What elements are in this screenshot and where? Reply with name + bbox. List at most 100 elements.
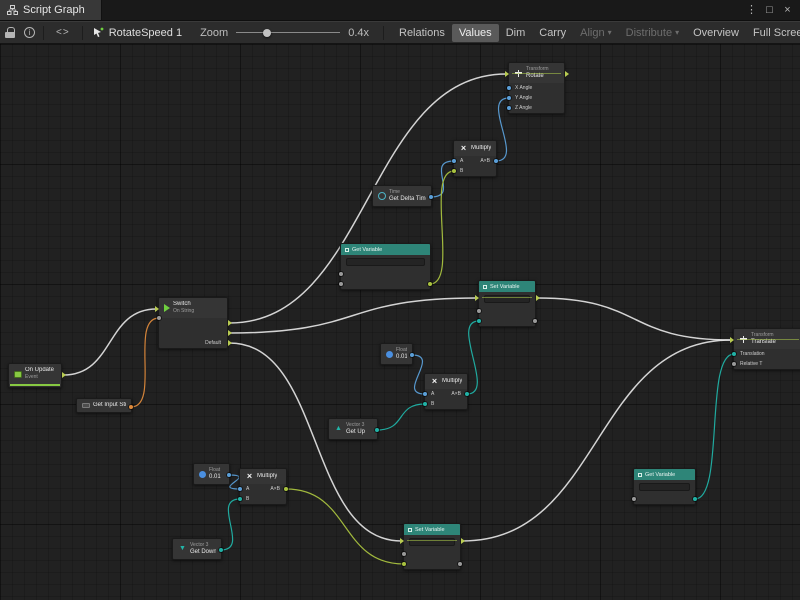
- get-var-2-node[interactable]: Get Variable: [633, 468, 696, 505]
- toolbar-button-full-screen[interactable]: Full Screen: [746, 24, 800, 42]
- input-port[interactable]: [477, 319, 481, 323]
- port-label: B: [460, 168, 463, 174]
- toolbar-button-values[interactable]: Values: [452, 24, 499, 42]
- switch-node[interactable]: SwitchOn StringDefault: [158, 297, 228, 349]
- input-port[interactable]: [452, 169, 456, 173]
- flow-input-port[interactable]: [505, 71, 509, 77]
- output-port[interactable]: [410, 353, 414, 357]
- output-port[interactable]: [219, 548, 223, 552]
- node-titles: Multiply: [471, 145, 491, 152]
- toolbar-button-align[interactable]: Align▾: [573, 24, 618, 42]
- variable-name-dropdown[interactable]: [639, 483, 690, 491]
- get-up-node[interactable]: ▲Vector 3Get Up: [328, 418, 378, 440]
- flow-output-port[interactable]: [461, 538, 465, 544]
- graph-pointer-icon: [93, 27, 104, 38]
- on-update-node[interactable]: On UpdateEvent: [8, 363, 62, 388]
- output-port[interactable]: [428, 282, 432, 286]
- node-title-line: Event: [25, 374, 54, 381]
- get-input-node[interactable]: Get Input Strin: [76, 398, 132, 413]
- node-title-line: On Update: [25, 367, 54, 374]
- input-port[interactable]: [238, 497, 242, 501]
- input-port[interactable]: [732, 362, 736, 366]
- window-close-button[interactable]: ×: [780, 3, 795, 18]
- toolbar-button-dim[interactable]: Dim: [499, 24, 533, 42]
- input-port[interactable]: [238, 487, 242, 491]
- output-port[interactable]: [465, 392, 469, 396]
- window-menu-button[interactable]: ⋮: [744, 3, 759, 18]
- flow-input-port[interactable]: [400, 538, 404, 544]
- flow-output-port[interactable]: [228, 330, 232, 336]
- variable-node-header: Set Variable: [404, 524, 460, 535]
- rotate-node[interactable]: TransformRotateX AngleY AngleZ Angle: [508, 62, 565, 114]
- output-port[interactable]: [284, 487, 288, 491]
- float-1-node[interactable]: Float0.01: [380, 343, 413, 365]
- tab-script-graph[interactable]: Script Graph: [0, 0, 102, 20]
- toolbar-button-relations[interactable]: Relations: [392, 24, 452, 42]
- flow-output-port[interactable]: [228, 320, 232, 326]
- button-label: Carry: [539, 27, 566, 39]
- input-port[interactable]: [402, 562, 406, 566]
- port-label: A: [431, 391, 434, 397]
- float-2-node[interactable]: Float0.01: [193, 463, 230, 485]
- input-port[interactable]: [732, 352, 736, 356]
- flow-output-port[interactable]: [228, 340, 232, 346]
- set-var-2-node[interactable]: Set Variable: [403, 523, 461, 570]
- chevron-down-icon: ▾: [675, 29, 679, 37]
- get-var-1-node[interactable]: Get Variable: [340, 243, 431, 290]
- zoom-slider[interactable]: [236, 26, 340, 40]
- get-down-node[interactable]: ▼Vector 3Get Down: [172, 538, 222, 560]
- info-icon[interactable]: i: [24, 27, 35, 38]
- window-maximize-button[interactable]: □: [762, 3, 777, 18]
- delta-time-node[interactable]: TimeGet Delta Time: [372, 185, 432, 207]
- graph-canvas[interactable]: On UpdateEvent Get Input Strin SwitchOn St…: [0, 44, 800, 600]
- input-port[interactable]: [507, 86, 511, 90]
- input-port[interactable]: [632, 497, 636, 501]
- node-titles: Multiply: [257, 473, 277, 480]
- zoom-slider-thumb[interactable]: [263, 29, 271, 37]
- output-port[interactable]: [458, 562, 462, 566]
- output-port[interactable]: [429, 195, 433, 199]
- node-titles: Float0.01: [396, 347, 407, 361]
- graph-name[interactable]: RotateSpeed 1: [109, 27, 182, 39]
- node-header: TimeGet Delta Time: [373, 186, 431, 206]
- node-titles: SwitchOn String: [173, 301, 194, 315]
- translate-node[interactable]: TransformTranslateTranslationRelative T: [733, 328, 800, 370]
- input-port[interactable]: [477, 309, 481, 313]
- output-port[interactable]: [494, 159, 498, 163]
- set-var-1-node[interactable]: Set Variable: [478, 280, 536, 327]
- node-header: ×Multiply: [240, 469, 286, 484]
- input-port[interactable]: [423, 402, 427, 406]
- flow-output-port[interactable]: [62, 372, 66, 378]
- toolbar-button-carry[interactable]: Carry: [532, 24, 573, 42]
- multiply-2-node[interactable]: ×MultiplyAA×BB: [424, 373, 468, 410]
- output-port[interactable]: [693, 497, 697, 501]
- toolbar-button-distribute[interactable]: Distribute▾: [619, 24, 686, 42]
- output-port[interactable]: [533, 319, 537, 323]
- flow-input-port[interactable]: [155, 306, 159, 312]
- input-port[interactable]: [339, 272, 343, 276]
- input-port[interactable]: [507, 96, 511, 100]
- float-icon: [386, 351, 393, 358]
- flow-input-port[interactable]: [730, 337, 734, 343]
- input-port[interactable]: [423, 392, 427, 396]
- input-port[interactable]: [452, 159, 456, 163]
- input-port[interactable]: [157, 316, 161, 320]
- variable-name-dropdown[interactable]: [346, 258, 425, 266]
- flow-output-port[interactable]: [536, 295, 540, 301]
- multiply-1-node[interactable]: ×MultiplyAA×BB: [453, 140, 497, 177]
- input-port[interactable]: [402, 552, 406, 556]
- zoom-slider-track[interactable]: [236, 32, 340, 33]
- button-label: Overview: [693, 27, 739, 39]
- flow-output-port[interactable]: [565, 71, 569, 77]
- output-port[interactable]: [129, 405, 133, 409]
- multiply-3-node[interactable]: ×MultiplyAA×BB: [239, 468, 287, 505]
- input-port[interactable]: [507, 106, 511, 110]
- toolbar-button-overview[interactable]: Overview: [686, 24, 746, 42]
- input-port[interactable]: [339, 282, 343, 286]
- code-view-icon[interactable]: <>: [56, 27, 70, 38]
- lock-icon[interactable]: [5, 27, 15, 38]
- flow-input-port[interactable]: [475, 295, 479, 301]
- output-port[interactable]: [227, 473, 231, 477]
- output-port[interactable]: [375, 428, 379, 432]
- port-row: Translation: [734, 349, 800, 359]
